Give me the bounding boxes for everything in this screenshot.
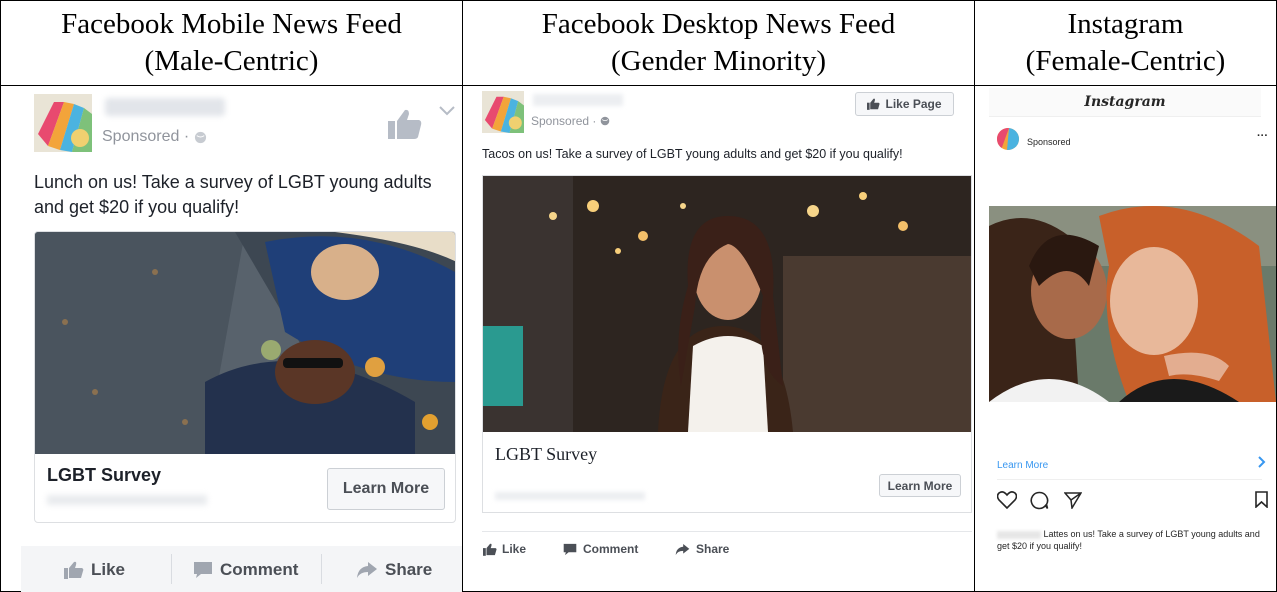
bookmark-icon[interactable]: [1255, 491, 1268, 508]
chevron-right-icon[interactable]: [1258, 456, 1266, 468]
ad-photo: [35, 232, 455, 454]
sponsored-label: Sponsored ·: [531, 114, 610, 128]
like-label: Like: [502, 542, 527, 556]
comment-label: Comment: [220, 560, 299, 579]
sponsored-label: Sponsored ·: [102, 128, 207, 146]
learn-more-button[interactable]: Learn More: [879, 474, 961, 497]
page-avatar[interactable]: [34, 94, 92, 152]
blurred-page-name: [105, 98, 225, 116]
column-header-instagram: Instagram (Female-Centric): [975, 0, 1276, 85]
instagram-feed-panel: Instagram Sponsored ··· Learn More Latte…: [975, 86, 1276, 592]
divider: [171, 554, 172, 584]
like-icon: [867, 98, 881, 110]
learn-more-link[interactable]: Learn More: [997, 460, 1048, 471]
header-line: (Female-Centric): [1025, 44, 1226, 77]
column-header-desktop: Facebook Desktop News Feed (Gender Minor…: [463, 0, 974, 85]
post-text: Tacos on us! Take a survey of LGBT young…: [482, 147, 903, 161]
like-thumb-icon[interactable]: [388, 108, 422, 140]
column-header-mobile: Facebook Mobile News Feed (Male-Centric): [1, 0, 462, 85]
share-label: Share: [696, 542, 730, 556]
post-text: Lunch on us! Take a survey of LGBT young…: [34, 172, 432, 217]
like-action[interactable]: Like: [483, 542, 526, 556]
card-title: LGBT Survey: [47, 465, 162, 485]
sponsored-label: Sponsored: [1027, 137, 1071, 147]
link-card[interactable]: LGBT Survey Learn More: [34, 231, 456, 523]
sponsored-text: Sponsored ·: [102, 128, 190, 145]
more-options-icon[interactable]: ···: [1257, 130, 1268, 142]
blurred-page-name: [533, 94, 623, 106]
header-line: Facebook Mobile News Feed: [61, 7, 402, 40]
desktop-feed-panel: Sponsored · Like Page Tacos on us! Take …: [463, 86, 974, 592]
divider: [482, 531, 972, 532]
header-line: (Gender Minority): [610, 44, 827, 77]
mobile-feed-panel: Sponsored · Lunch on us! Take a survey o…: [1, 86, 462, 592]
learn-more-button[interactable]: Learn More: [327, 468, 445, 510]
ad-photo: [989, 206, 1276, 402]
share-action[interactable]: Share: [675, 542, 729, 556]
blurred-username: [997, 530, 1041, 539]
like-label: Like: [91, 560, 126, 579]
globe-icon: [195, 131, 207, 143]
share-direct-icon[interactable]: [1064, 491, 1082, 509]
like-page-label: Like Page: [885, 97, 942, 111]
divider: [321, 554, 322, 584]
page-avatar[interactable]: [997, 128, 1019, 150]
chevron-down-icon[interactable]: [439, 106, 455, 116]
sponsored-text: Sponsored ·: [531, 114, 597, 128]
caption: Lattes on us! Take a survey of LGBT youn…: [997, 528, 1267, 552]
blurred-url: [47, 495, 207, 505]
blurred-url: [495, 492, 645, 500]
comment-icon: [194, 562, 212, 578]
like-icon: [483, 543, 497, 556]
share-action[interactable]: Share: [356, 560, 432, 580]
action-bar: Like Comment Share: [21, 546, 462, 592]
card-title: LGBT Survey: [495, 444, 598, 464]
link-card[interactable]: LGBT Survey Learn More: [482, 175, 972, 513]
globe-icon: [601, 116, 610, 126]
comment-icon[interactable]: [1030, 491, 1049, 510]
comment-icon: [563, 543, 577, 555]
divider: [997, 479, 1262, 480]
header-line: Facebook Desktop News Feed: [541, 7, 896, 40]
like-action[interactable]: Like: [64, 560, 125, 580]
comment-action[interactable]: Comment: [563, 542, 638, 556]
share-label: Share: [385, 560, 433, 579]
header-line: Instagram: [1067, 7, 1184, 40]
comment-label: Comment: [583, 542, 639, 556]
ad-photo: [483, 176, 971, 432]
header-line: (Male-Centric): [144, 44, 319, 77]
share-icon: [675, 543, 690, 555]
like-icon: [64, 561, 84, 579]
share-icon: [357, 562, 377, 578]
instagram-logo: Instagram: [1084, 94, 1166, 110]
instagram-header: Instagram: [989, 88, 1261, 117]
heart-icon[interactable]: [997, 491, 1017, 509]
like-page-button[interactable]: Like Page: [855, 92, 954, 116]
page-avatar[interactable]: [482, 91, 524, 133]
comment-action[interactable]: Comment: [193, 560, 298, 580]
